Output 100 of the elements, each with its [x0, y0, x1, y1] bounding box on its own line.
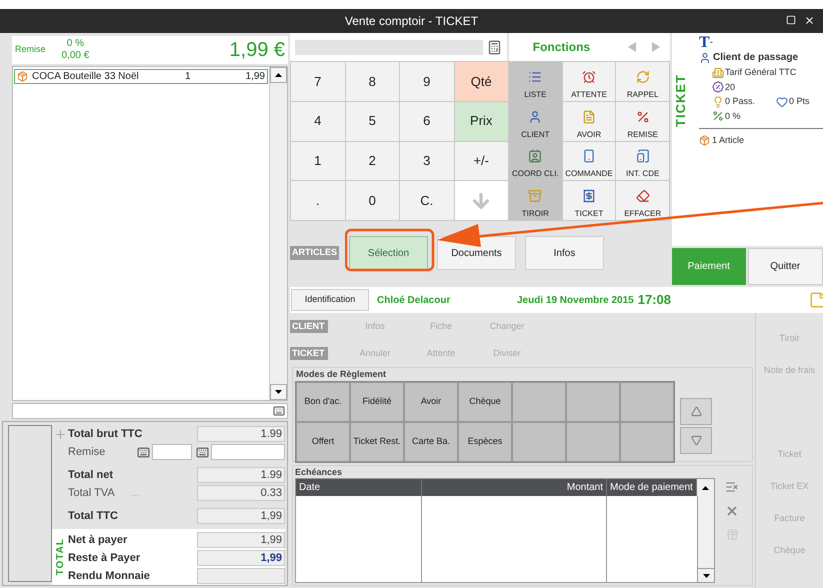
keyboard-icon[interactable] [137, 446, 150, 458]
function-button[interactable]: COORD CLI. [509, 142, 562, 180]
keypad-key[interactable]: Prix [454, 102, 508, 140]
function-button[interactable]: EFFACER [616, 181, 669, 220]
column-header[interactable]: Date [296, 479, 422, 496]
payment-mode-button[interactable]: Ticket Rest. [350, 422, 404, 462]
person-icon [528, 110, 542, 124]
delete-icon[interactable] [725, 504, 739, 518]
article-count: 1 Article [712, 134, 744, 147]
group-title: Echéances [294, 466, 344, 478]
keypad-key[interactable]: 7 [291, 62, 344, 101]
percent-badge-icon [712, 81, 724, 94]
passages-count: 0 Pass. [725, 95, 756, 108]
plus-icon[interactable] [54, 428, 66, 440]
function-button[interactable]: LISTE [509, 62, 562, 101]
keypad-key[interactable]: C. [400, 181, 454, 220]
window-title: Vente comptoir - TICKET [344, 13, 478, 30]
keypad-key[interactable]: 0 [346, 181, 399, 220]
window-icon[interactable] [786, 15, 796, 25]
total-label: Total net [68, 468, 114, 483]
value-field: 1,99 [197, 550, 285, 566]
payment-mode-button[interactable]: Bon d'ac. [296, 382, 350, 422]
alarm-clock-icon [582, 70, 596, 84]
total-amount: 1,99 € [229, 38, 285, 63]
keypad-key[interactable]: 5 [346, 102, 399, 140]
ticket-number: - [710, 36, 714, 50]
discount-amount: 0,00 € [62, 50, 90, 62]
payment-mode-button[interactable]: Chèque [458, 382, 512, 422]
down-triangle-icon [702, 574, 710, 578]
keypad-key[interactable]: Qté [454, 62, 508, 101]
keypad-key[interactable]: 3 [400, 142, 454, 180]
payment-mode-button[interactable]: Espèces [458, 422, 512, 462]
building-icon [712, 66, 724, 79]
function-button[interactable]: RAPPEL [616, 62, 669, 101]
group-title: Modes de Règlement [295, 368, 388, 381]
section-label: CLIENT [290, 320, 328, 334]
receipt-icon [582, 189, 596, 203]
eraser-icon [636, 189, 650, 203]
up-triangle-icon [702, 486, 709, 490]
payment-mode-button[interactable]: Offert [296, 422, 350, 462]
line-quantity: 1 [185, 70, 192, 84]
tariff-label: Tarif Général TTC [725, 66, 796, 79]
keyboard-icon[interactable] [273, 404, 285, 417]
down-arrow-key[interactable] [454, 181, 508, 220]
keypad-key[interactable]: . [291, 181, 344, 220]
previous-arrow-icon[interactable] [628, 42, 636, 52]
close-icon[interactable] [804, 15, 815, 26]
section-label: TICKET [290, 346, 328, 360]
scrollbar[interactable] [697, 496, 714, 582]
list-icon [528, 70, 542, 84]
payment-mode-button[interactable]: Avoir [404, 382, 458, 422]
payment-mode-button[interactable]: Carte Ba. [404, 422, 458, 462]
payment-mode-button[interactable]: Fidélité [350, 382, 404, 422]
value-field: 1.99 [197, 467, 285, 483]
note-icon[interactable] [809, 291, 823, 309]
articles-tab[interactable]: Infos [525, 236, 604, 270]
function-button[interactable]: TIROIR [509, 181, 562, 220]
articles-label: ARTICLES [290, 246, 339, 260]
scroll-up-button[interactable] [270, 67, 287, 83]
value-field: 1,99 [197, 508, 285, 524]
current-date: Jeudi 19 Novembre 2015 [517, 294, 634, 308]
keypad-key[interactable]: 9 [400, 62, 454, 101]
function-button[interactable]: COMMANDE [562, 142, 616, 180]
keypad-key[interactable]: 2 [346, 142, 399, 180]
gift-icon[interactable] [726, 528, 738, 541]
keypad-key[interactable]: 6 [400, 102, 454, 140]
phone-icon [582, 149, 596, 164]
function-button[interactable]: TICKET [562, 181, 616, 220]
next-arrow-icon[interactable] [652, 42, 660, 52]
percent-icon [636, 110, 650, 124]
quit-button[interactable]: Quitter [748, 248, 823, 285]
articles-tab[interactable]: Sélection [349, 236, 428, 270]
refresh-icon [636, 70, 650, 84]
input-field[interactable] [12, 402, 288, 419]
scroll-down-button[interactable] [270, 384, 287, 400]
scrollbar[interactable] [269, 67, 287, 400]
function-button[interactable]: AVOIR [562, 102, 616, 140]
function-button[interactable]: CLIENT [509, 102, 562, 140]
document-icon [582, 110, 596, 124]
function-button[interactable]: REMISE [616, 102, 669, 140]
function-button[interactable]: ATTENTE [562, 62, 616, 101]
discount-percent: 0 % [66, 38, 84, 50]
lightbulb-icon [712, 96, 724, 108]
discount-percent-field[interactable] [152, 444, 192, 460]
calculator-icon[interactable] [486, 40, 502, 54]
display-field[interactable] [295, 40, 483, 54]
column-header[interactable]: Montant [422, 479, 607, 496]
discount-amount-field[interactable] [211, 444, 285, 460]
keypad-key[interactable]: 1 [291, 142, 344, 180]
list-remove-icon[interactable] [725, 480, 739, 494]
up-triangle-icon [275, 73, 282, 77]
keyboard-icon[interactable] [196, 446, 209, 458]
client-name: Client de passage [713, 51, 798, 65]
keypad-key[interactable]: 4 [291, 102, 344, 140]
value-field: 1.99 [197, 426, 285, 442]
keypad-key[interactable]: 8 [346, 62, 399, 101]
keypad-key[interactable]: +/- [454, 142, 508, 180]
identification-button[interactable]: Identification [291, 289, 369, 311]
total-label: Total brut TTC [68, 426, 142, 442]
function-button[interactable]: INT. CDE [616, 142, 669, 180]
